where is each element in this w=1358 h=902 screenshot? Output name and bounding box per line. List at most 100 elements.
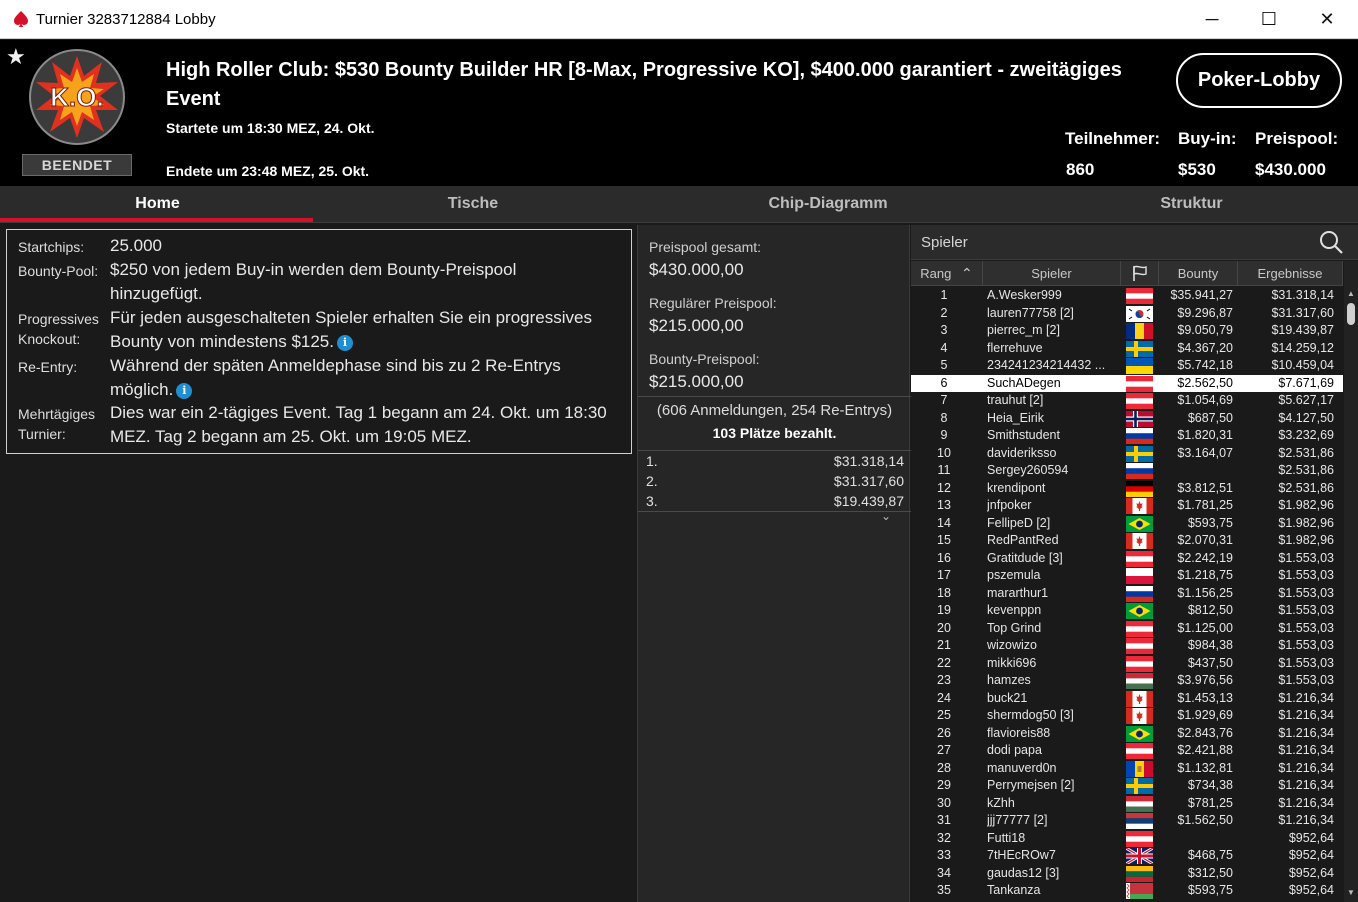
tab-structure[interactable]: Struktur xyxy=(1025,186,1358,222)
player-row[interactable]: 33 7tHEcROw7 $468,75 $952,64 xyxy=(911,847,1343,865)
player-row[interactable]: 11 Sergey260594 $2.531,86 xyxy=(911,462,1343,480)
scrollbar-thumb[interactable] xyxy=(1347,303,1355,325)
player-row[interactable]: 30 kZhh $781,25 $1.216,34 xyxy=(911,795,1343,813)
player-row[interactable]: 24 buck21 $1.453,13 $1.216,34 xyxy=(911,690,1343,708)
flag-br-icon xyxy=(1126,603,1153,619)
player-result: $14.259,12 xyxy=(1271,340,1334,355)
player-row[interactable]: 29 Perrymejsen [2] $734,38 $1.216,34 xyxy=(911,777,1343,795)
scroll-down-icon[interactable]: ▼ xyxy=(1347,888,1355,897)
player-result: $31.318,14 xyxy=(1271,288,1334,302)
player-row[interactable]: 7 trauhut [2] $1.054,69 $5.627,17 xyxy=(911,392,1343,410)
player-row[interactable]: 14 FellipeD [2] $593,75 $1.982,96 xyxy=(911,515,1343,533)
minimize-button[interactable]: ─ xyxy=(1183,0,1241,39)
player-row[interactable]: 25 shermdog50 [3] $1.929,69 $1.216,34 xyxy=(911,707,1343,725)
prizepool-label: Preispool: xyxy=(1255,129,1339,148)
scrollbar[interactable] xyxy=(1344,261,1358,902)
player-bounty: $1.562,50 xyxy=(1177,813,1233,827)
player-row[interactable]: 5 234241234214432 ... $5.742,18 $10.459,04 xyxy=(911,357,1343,375)
info-icon[interactable]: i xyxy=(336,335,353,351)
player-row[interactable]: 31 jjj77777 [2] $1.562,50 $1.216,34 xyxy=(911,812,1343,830)
player-row[interactable]: 15 RedPantRed $2.070,31 $1.982,96 xyxy=(911,532,1343,550)
player-row[interactable]: 4 flerrehuve $4.367,20 $14.259,12 xyxy=(911,340,1343,358)
player-row[interactable]: 34 gaudas12 [3] $312,50 $952,64 xyxy=(911,865,1343,883)
player-row[interactable]: 2 lauren77758 [2] $9.296,87 $31.317,60 xyxy=(911,305,1343,323)
player-name: 234241234214432 ... xyxy=(987,358,1106,372)
maximize-button[interactable]: ☐ xyxy=(1240,0,1298,39)
player-rank: 8 xyxy=(940,410,948,425)
start-time: Startete um 18:30 MEZ, 24. Okt. xyxy=(166,120,375,136)
players-panel: Spieler Rang ⌃ Spieler Bounty Ergebnisse… xyxy=(911,225,1358,902)
tab-chip-chart[interactable]: Chip-Diagramm xyxy=(631,186,1025,222)
pokerstars-icon xyxy=(14,11,28,27)
flag-hu-icon xyxy=(1126,795,1153,812)
player-rank: 6 xyxy=(940,375,948,390)
flag-pl-icon xyxy=(1126,568,1153,584)
flag-ca-icon xyxy=(1126,498,1153,514)
player-row[interactable]: 21 wizowizo $984,38 $1.553,03 xyxy=(911,637,1343,655)
bounty-pool-value: $215.000,00 xyxy=(649,372,744,391)
flag-kr-icon xyxy=(1126,305,1153,322)
column-country[interactable] xyxy=(1121,261,1159,286)
player-name: kevenppn xyxy=(987,603,1042,617)
column-bounty[interactable]: Bounty xyxy=(1159,261,1238,286)
player-bounty: $4.367,20 xyxy=(1177,340,1233,355)
search-icon[interactable] xyxy=(1318,229,1344,255)
bounty-pool-value-line2: hinzugefügt. xyxy=(110,284,203,303)
player-rank: 29 xyxy=(937,778,951,792)
player-row[interactable]: 20 Top Grind $1.125,00 $1.553,03 xyxy=(911,620,1343,638)
player-row[interactable]: 17 pszemula $1.218,75 $1.553,03 xyxy=(911,567,1343,585)
player-name: Perrymejsen [2] xyxy=(987,778,1075,792)
player-row[interactable]: 16 Gratitdude [3] $2.242,19 $1.553,03 xyxy=(911,550,1343,568)
player-row[interactable]: 19 kevenppn $812,50 $1.553,03 xyxy=(911,602,1343,620)
player-row[interactable]: 22 mikki696 $437,50 $1.553,03 xyxy=(911,655,1343,673)
player-search-bar[interactable]: Spieler xyxy=(911,225,1358,260)
column-results[interactable]: Ergebnisse xyxy=(1238,261,1343,286)
player-row[interactable]: 35 Tankanza $593,75 $952,64 xyxy=(911,882,1343,900)
player-row[interactable]: 6 SuchADegen $2.562,50 $7.671,69 xyxy=(911,374,1343,392)
tournament-header: ★ K.O. BEENDET High Roller Club: $530 Bo… xyxy=(0,40,1358,186)
player-row[interactable]: 28 manuverd0n $1.132,81 $1.216,34 xyxy=(911,760,1343,778)
player-row[interactable]: 9 Smithstudent $1.820,31 $3.232,69 xyxy=(911,427,1343,445)
sort-ascending-icon: ⌃ xyxy=(960,265,973,281)
player-result: $1.982,96 xyxy=(1278,515,1334,530)
poker-lobby-button[interactable]: Poker-Lobby xyxy=(1176,53,1342,108)
player-result: $1.553,03 xyxy=(1278,673,1334,687)
status-badge: BEENDET xyxy=(22,154,132,176)
player-row[interactable]: 10 davideriksso $3.164,07 $2.531,86 xyxy=(911,445,1343,463)
star-icon[interactable]: ★ xyxy=(6,44,26,70)
column-rank[interactable]: Rang ⌃ xyxy=(911,261,983,286)
info-icon[interactable]: i xyxy=(176,383,193,399)
player-row[interactable]: 1 A.Wesker999 $35.941,27 $31.318,14 xyxy=(911,287,1343,305)
player-result: $1.553,03 xyxy=(1278,655,1334,670)
total-pool-label: Preispool gesamt: xyxy=(649,239,762,255)
player-bounty: $1.929,69 xyxy=(1177,708,1233,722)
player-row[interactable]: 3 pierrec_m [2] $9.050,79 $19.439,87 xyxy=(911,322,1343,340)
player-row[interactable]: 32 Futti18 $952,64 xyxy=(911,830,1343,848)
flag-ro-icon xyxy=(1126,323,1153,339)
player-bounty: $593,75 xyxy=(1187,883,1233,897)
player-row[interactable]: 12 krendipont $3.812,51 $2.531,86 xyxy=(911,480,1343,498)
player-row[interactable]: 26 flavioreis88 $2.843,76 $1.216,34 xyxy=(911,725,1343,743)
player-bounty: $1.820,31 xyxy=(1177,428,1233,442)
player-result: $7.671,69 xyxy=(1278,375,1334,390)
scroll-up-icon[interactable]: ▲ xyxy=(1347,289,1355,298)
flag-de-icon xyxy=(1126,480,1153,497)
player-bounty: $5.742,18 xyxy=(1177,358,1233,372)
column-player[interactable]: Spieler xyxy=(983,261,1121,286)
player-row[interactable]: 18 mararthur1 $1.156,25 $1.553,03 xyxy=(911,585,1343,603)
tab-tables[interactable]: Tische xyxy=(315,186,631,222)
startchips-label: Startchips: xyxy=(18,239,85,255)
player-row[interactable]: 23 hamzes $3.976,56 $1.553,03 xyxy=(911,672,1343,690)
player-bounty: $812,50 xyxy=(1187,603,1233,617)
player-row[interactable]: 27 dodi papa $2.421,88 $1.216,34 xyxy=(911,742,1343,760)
flag-ca-icon xyxy=(1126,708,1153,724)
player-name: pszemula xyxy=(987,568,1041,582)
player-result: $1.216,34 xyxy=(1278,778,1334,792)
player-name: mikki696 xyxy=(987,655,1037,670)
close-button[interactable]: ✕ xyxy=(1298,0,1356,39)
tab-home[interactable]: Home xyxy=(0,186,315,222)
reentry-value-text: möglich. xyxy=(110,380,174,399)
column-rank-label: Rang xyxy=(920,266,952,281)
player-row[interactable]: 13 jnfpoker $1.781,25 $1.982,96 xyxy=(911,497,1343,515)
player-row[interactable]: 8 Heia_Eirik $687,50 $4.127,50 xyxy=(911,410,1343,428)
